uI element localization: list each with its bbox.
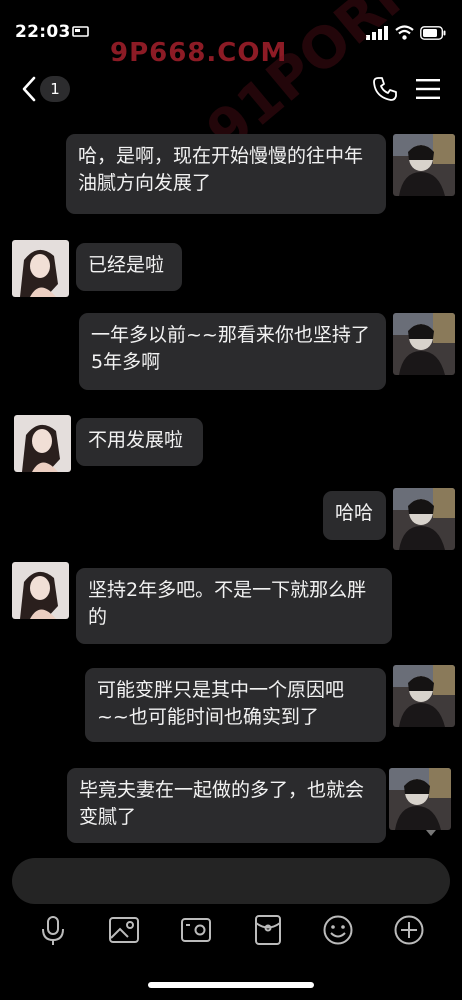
unread-badge[interactable]: 1 [40,76,70,102]
contact-avatar[interactable] [14,415,71,472]
camera-icon[interactable] [180,914,212,946]
message-bubble[interactable]: 不用发展啦 [76,418,203,466]
message-bubble[interactable]: 坚持2年多吧。不是一下就那么胖的 [76,568,392,644]
message-input[interactable] [12,858,450,904]
self-avatar[interactable] [393,313,455,375]
home-indicator[interactable] [148,982,314,988]
self-avatar[interactable] [393,488,455,550]
status-time: 22:03 [15,22,71,42]
image-icon[interactable] [108,914,140,946]
scroll-down-indicator-icon[interactable] [426,830,436,836]
red-packet-icon[interactable] [252,914,284,946]
message-bubble[interactable]: 毕竟夫妻在一起做的多了，也就会变腻了 [67,768,386,843]
self-avatar[interactable] [393,665,455,727]
mic-icon[interactable] [37,914,69,946]
menu-icon[interactable] [416,78,440,100]
self-avatar[interactable] [389,768,451,830]
sleep-mode-icon [72,26,89,37]
contact-avatar[interactable] [12,562,69,619]
contact-avatar[interactable] [12,240,69,297]
message-bubble[interactable]: 一年多以前~~那看来你也坚持了5年多啊 [79,313,386,390]
message-bubble[interactable]: 哈哈 [323,491,386,540]
battery-icon [420,26,446,40]
message-bubble[interactable]: 可能变胖只是其中一个原因吧~~也可能时间也确实到了 [85,668,386,742]
message-bubble[interactable]: 哈，是啊，现在开始慢慢的往中年油腻方向发展了 [66,134,386,214]
self-avatar[interactable] [393,134,455,196]
emoji-icon[interactable] [322,914,354,946]
plus-icon[interactable] [393,914,425,946]
phone-icon[interactable] [372,76,398,102]
message-bubble[interactable]: 已经是啦 [76,243,182,291]
back-chevron-icon[interactable] [20,76,38,102]
